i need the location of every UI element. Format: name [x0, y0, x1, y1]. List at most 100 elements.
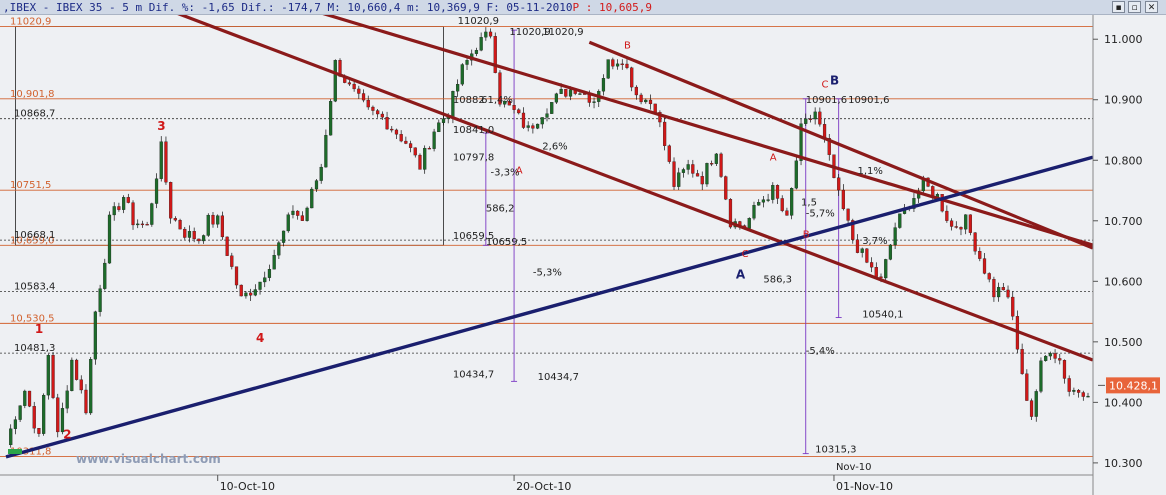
annotation-label: 10882 — [453, 95, 485, 106]
candle-body — [296, 210, 300, 216]
candle-body — [954, 226, 958, 228]
annotation-label: 10659,5 — [486, 237, 527, 248]
candle-body — [291, 210, 295, 215]
candle-body — [117, 206, 121, 210]
candle-body — [1072, 389, 1076, 392]
candle-body — [84, 389, 88, 414]
x-tick-label: 10-Oct-10 — [220, 480, 275, 493]
candle-body — [724, 176, 728, 200]
candle-body — [493, 36, 497, 73]
candle-body — [465, 60, 469, 65]
candle-body — [173, 218, 177, 221]
candle-body — [714, 153, 718, 164]
candle-body — [187, 231, 192, 238]
annotation-label: 2,6% — [542, 141, 567, 152]
annotation-label: 10901,6 — [848, 95, 889, 106]
candle-body — [488, 31, 493, 37]
candle-body — [249, 292, 253, 296]
candle-body — [112, 206, 116, 216]
candle-body — [263, 277, 267, 283]
minor-wave-label: A — [770, 152, 777, 163]
minor-wave-label: C — [742, 249, 749, 260]
candle-body — [747, 218, 751, 229]
candle-body — [512, 105, 516, 110]
candle-body — [456, 84, 460, 92]
candle-body — [333, 60, 337, 102]
candle-body — [987, 273, 991, 280]
annotation-label: 10901,6 — [806, 95, 847, 106]
candle-body — [244, 292, 248, 297]
candle-body — [634, 86, 638, 96]
candle-body — [648, 99, 653, 105]
candle-body — [775, 185, 780, 199]
candle-body — [663, 121, 667, 146]
candle-body — [13, 419, 18, 429]
minimize-button[interactable]: ▪ — [1112, 1, 1125, 13]
candle-body — [1020, 349, 1024, 374]
candle-body — [413, 147, 417, 156]
candle-body — [992, 279, 996, 298]
candle-body — [710, 163, 714, 165]
candle-body — [841, 189, 845, 210]
candle-body — [540, 117, 544, 125]
y-tick-label: 10.600 — [1104, 275, 1143, 288]
candle-body — [568, 89, 573, 97]
candle-body — [9, 428, 13, 446]
candle-body — [982, 258, 987, 274]
candle-body — [328, 101, 333, 136]
candle-body — [65, 390, 69, 409]
annotation-label: 586,2 — [486, 204, 515, 215]
candle-body — [695, 173, 700, 177]
candle-body — [818, 111, 822, 125]
candle-body — [216, 215, 220, 225]
candle-body — [225, 236, 229, 256]
candle-body — [653, 103, 657, 113]
candle-body — [869, 262, 874, 268]
candle-body — [611, 59, 615, 67]
candle-body — [361, 93, 366, 101]
candle-body — [310, 188, 314, 209]
candle-body — [535, 123, 540, 129]
candle-body — [154, 178, 159, 204]
candle-body — [757, 202, 761, 206]
title-bar: ,IBEX - IBEX 35 - 5 m Dif. %: -1,65 Dif.… — [0, 0, 1166, 15]
candle-body — [846, 208, 850, 221]
annotation-label: 3,7% — [862, 236, 887, 247]
candle-body — [625, 63, 629, 68]
candle-body — [1025, 373, 1029, 401]
candle-body — [74, 359, 79, 380]
candle-body — [794, 160, 798, 189]
annotation-label: -5,7% — [806, 209, 835, 220]
candle-body — [427, 147, 431, 150]
candle-body — [592, 101, 596, 103]
wave-label: 2 — [63, 428, 71, 442]
candle-body — [23, 390, 27, 406]
y-tick-label: 11.000 — [1104, 33, 1143, 46]
fib-level-label: 11020,9 — [10, 17, 51, 28]
candle-body — [324, 135, 328, 168]
candlestick-chart[interactable]: 11020,910,901,810751,510,659,010,530,510… — [0, 15, 1166, 495]
annotation-label: -5,4% — [806, 346, 835, 357]
annotation-label: 10540,1 — [862, 310, 903, 321]
close-button[interactable]: ✕ — [1145, 1, 1158, 13]
candle-body — [70, 359, 74, 392]
candle-body — [267, 269, 272, 278]
candle-body — [56, 397, 60, 433]
wave-label: B — [830, 74, 839, 88]
candle-body — [554, 93, 559, 103]
annotation-label: 10434,7 — [538, 372, 579, 383]
price-tag-label: 10.428,1 — [1109, 379, 1158, 392]
candle-body — [1034, 391, 1038, 417]
candle-body — [615, 63, 620, 67]
maximize-button[interactable]: ▫ — [1128, 1, 1141, 13]
candle-body — [808, 118, 813, 120]
annotation-label: 10841,0 — [453, 125, 494, 136]
candle-body — [771, 185, 775, 200]
candle-body — [253, 289, 257, 296]
minor-wave-label: B — [624, 40, 631, 51]
annotation-label: 586,3 — [763, 275, 792, 286]
candle-body — [672, 161, 676, 187]
candle-body — [644, 99, 648, 103]
title-text: ,IBEX - IBEX 35 - 5 m Dif. %: -1,65 Dif.… — [3, 0, 573, 14]
candle-body — [122, 197, 126, 210]
